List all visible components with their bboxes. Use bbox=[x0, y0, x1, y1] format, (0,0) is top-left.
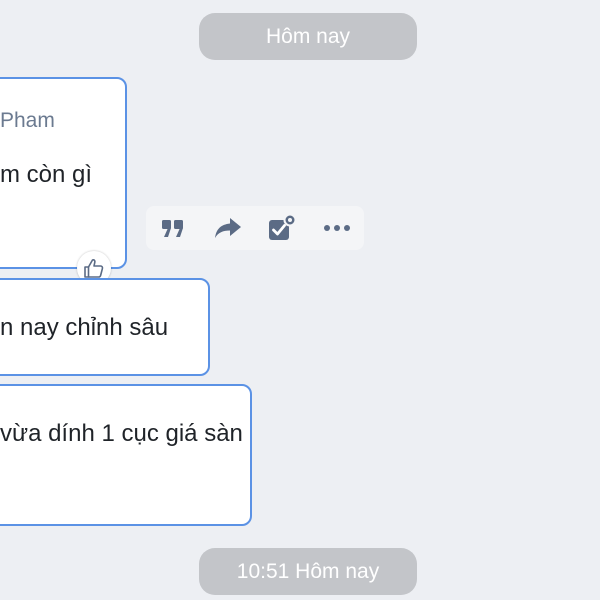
message-text: vừa dính 1 cục giá sàn bbox=[0, 420, 243, 447]
date-separator-top: Hôm nay bbox=[199, 13, 417, 60]
message-bubble-3[interactable]: vừa dính 1 cục giá sàn bbox=[0, 384, 252, 526]
sender-name: Pham bbox=[0, 109, 55, 132]
more-button[interactable] bbox=[320, 211, 354, 245]
forward-button[interactable] bbox=[211, 211, 245, 245]
quote-button[interactable] bbox=[156, 211, 190, 245]
message-bubble-2[interactable]: n nay chỉnh sâu bbox=[0, 278, 210, 376]
task-button[interactable] bbox=[265, 211, 299, 245]
message-text: m còn gì bbox=[0, 161, 93, 188]
date-separator-label: 10:51 Hôm nay bbox=[236, 559, 380, 583]
more-icon bbox=[323, 225, 350, 231]
message-bubble-1[interactable]: Pham m còn gì bbox=[0, 77, 127, 269]
date-separator-bottom: 10:51 Hôm nay bbox=[199, 548, 417, 595]
date-separator-label: Hôm nay bbox=[265, 24, 351, 48]
message-text: n nay chỉnh sâu bbox=[0, 314, 169, 341]
thumbs-up-icon bbox=[84, 259, 104, 278]
task-icon bbox=[269, 213, 297, 240]
quote-icon bbox=[162, 220, 184, 237]
message-action-toolbar bbox=[146, 206, 364, 250]
forward-icon bbox=[214, 218, 241, 238]
